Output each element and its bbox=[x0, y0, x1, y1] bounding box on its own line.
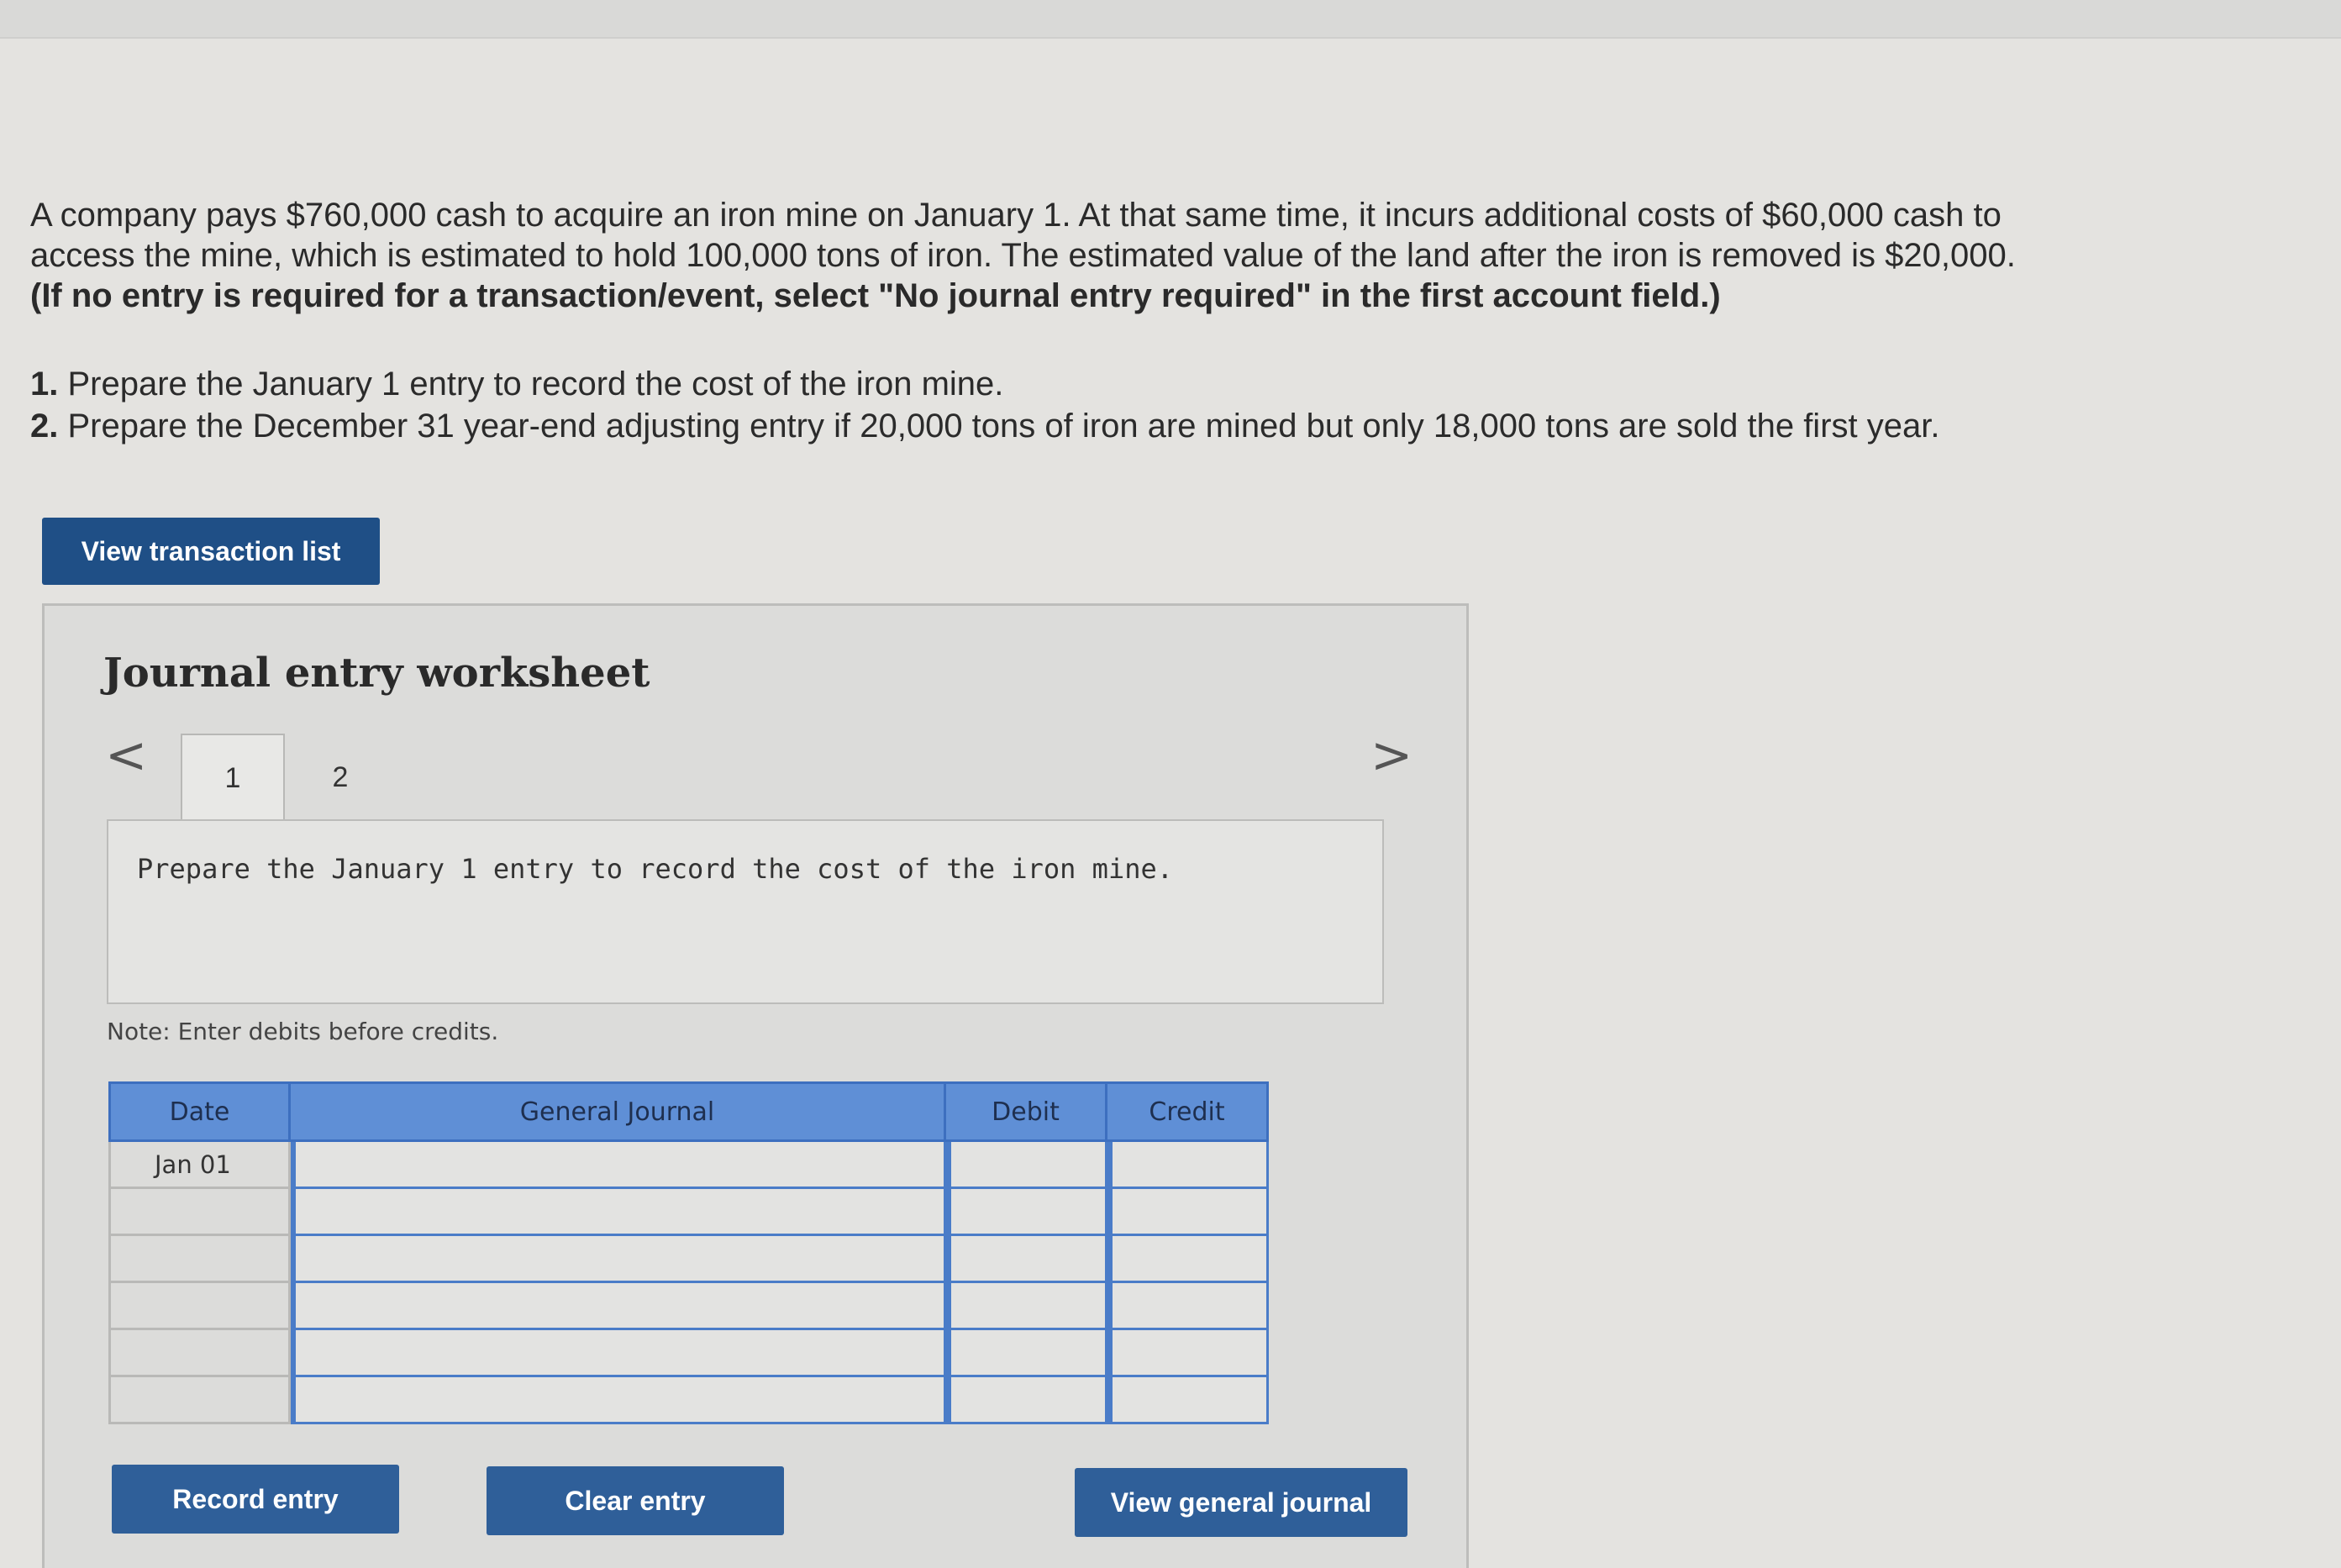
view-transaction-list-button[interactable]: View transaction list bbox=[42, 518, 380, 585]
account-cell[interactable] bbox=[288, 1139, 946, 1189]
table-row bbox=[108, 1187, 1269, 1236]
task-text: Prepare the December 31 year-end adjusti… bbox=[67, 408, 1940, 445]
journal-entry-worksheet: Journal entry worksheet < 1 2 > Prepare … bbox=[42, 603, 1469, 1568]
debit-cell[interactable] bbox=[944, 1328, 1107, 1377]
record-entry-button[interactable]: Record entry bbox=[112, 1465, 399, 1534]
task-number: 2. bbox=[30, 408, 59, 445]
clear-entry-button[interactable]: Clear entry bbox=[487, 1466, 784, 1535]
account-cell[interactable] bbox=[288, 1187, 946, 1236]
debit-header: Debit bbox=[944, 1081, 1107, 1142]
date-cell bbox=[108, 1375, 291, 1424]
account-input[interactable] bbox=[291, 1189, 944, 1234]
debit-cell[interactable] bbox=[944, 1375, 1107, 1424]
credit-header: Credit bbox=[1105, 1081, 1269, 1142]
credit-input[interactable] bbox=[1107, 1377, 1266, 1422]
task-text: Prepare the January 1 entry to record th… bbox=[67, 366, 1004, 403]
debit-cell[interactable] bbox=[944, 1139, 1107, 1189]
account-input[interactable] bbox=[291, 1142, 944, 1187]
credit-input[interactable] bbox=[1107, 1189, 1266, 1234]
debit-input[interactable] bbox=[946, 1142, 1105, 1187]
table-row: Jan 01 bbox=[108, 1139, 1269, 1189]
date-cell bbox=[108, 1234, 291, 1283]
chevron-left-icon[interactable]: < bbox=[105, 730, 147, 781]
account-cell[interactable] bbox=[288, 1281, 946, 1330]
credit-input[interactable] bbox=[1107, 1142, 1266, 1187]
table-row bbox=[108, 1328, 1269, 1377]
table-row bbox=[108, 1234, 1269, 1283]
debit-input[interactable] bbox=[946, 1330, 1105, 1375]
prompt-text: Prepare the January 1 entry to record th… bbox=[137, 853, 1173, 885]
account-input[interactable] bbox=[291, 1377, 944, 1422]
debit-cell[interactable] bbox=[944, 1187, 1107, 1236]
general-journal-header: General Journal bbox=[288, 1081, 946, 1142]
date-cell bbox=[108, 1187, 291, 1236]
journal-table: Date General Journal Debit Credit Jan 01 bbox=[108, 1081, 1269, 1424]
account-input[interactable] bbox=[291, 1330, 944, 1375]
credit-input[interactable] bbox=[1107, 1330, 1266, 1375]
table-row bbox=[108, 1375, 1269, 1424]
problem-line-2: access the mine, which is estimated to h… bbox=[30, 237, 2016, 274]
date-cell bbox=[108, 1328, 291, 1377]
debit-cell[interactable] bbox=[944, 1234, 1107, 1283]
credit-cell[interactable] bbox=[1105, 1187, 1269, 1236]
credit-cell[interactable] bbox=[1105, 1328, 1269, 1377]
debit-input[interactable] bbox=[946, 1189, 1105, 1234]
account-cell[interactable] bbox=[288, 1328, 946, 1377]
chevron-right-icon[interactable]: > bbox=[1370, 730, 1412, 781]
date-header: Date bbox=[108, 1081, 291, 1142]
debit-input[interactable] bbox=[946, 1236, 1105, 1281]
debit-input[interactable] bbox=[946, 1283, 1105, 1328]
table-row bbox=[108, 1281, 1269, 1330]
task-number: 1. bbox=[30, 366, 59, 403]
journal-header-row: Date General Journal Debit Credit bbox=[108, 1081, 1269, 1142]
tab-1[interactable]: 1 bbox=[181, 734, 285, 821]
task-item-1: 1. Prepare the January 1 entry to record… bbox=[30, 363, 2081, 405]
debit-input[interactable] bbox=[946, 1377, 1105, 1422]
top-bar bbox=[0, 0, 2341, 39]
credit-cell[interactable] bbox=[1105, 1139, 1269, 1189]
problem-line-1: A company pays $760,000 cash to acquire … bbox=[30, 197, 2002, 234]
credit-input[interactable] bbox=[1107, 1236, 1266, 1281]
account-cell[interactable] bbox=[288, 1234, 946, 1283]
task-item-2: 2. Prepare the December 31 year-end adju… bbox=[30, 405, 2081, 447]
account-input[interactable] bbox=[291, 1283, 944, 1328]
view-general-journal-button[interactable]: View general journal bbox=[1075, 1468, 1407, 1537]
account-input[interactable] bbox=[291, 1236, 944, 1281]
credit-cell[interactable] bbox=[1105, 1375, 1269, 1424]
debit-cell[interactable] bbox=[944, 1281, 1107, 1330]
prompt-box: Prepare the January 1 entry to record th… bbox=[107, 819, 1384, 1004]
worksheet-title: Journal entry worksheet bbox=[103, 650, 650, 697]
problem-instruction: (If no entry is required for a transacti… bbox=[30, 277, 1721, 314]
tab-2[interactable]: 2 bbox=[288, 734, 392, 821]
date-cell bbox=[108, 1281, 291, 1330]
credit-cell[interactable] bbox=[1105, 1234, 1269, 1283]
account-cell[interactable] bbox=[288, 1375, 946, 1424]
note-text: Note: Enter debits before credits. bbox=[107, 1018, 499, 1045]
date-cell: Jan 01 bbox=[108, 1139, 291, 1189]
task-list: 1. Prepare the January 1 entry to record… bbox=[30, 363, 2081, 447]
credit-input[interactable] bbox=[1107, 1283, 1266, 1328]
problem-statement: A company pays $760,000 cash to acquire … bbox=[30, 195, 2081, 316]
credit-cell[interactable] bbox=[1105, 1281, 1269, 1330]
